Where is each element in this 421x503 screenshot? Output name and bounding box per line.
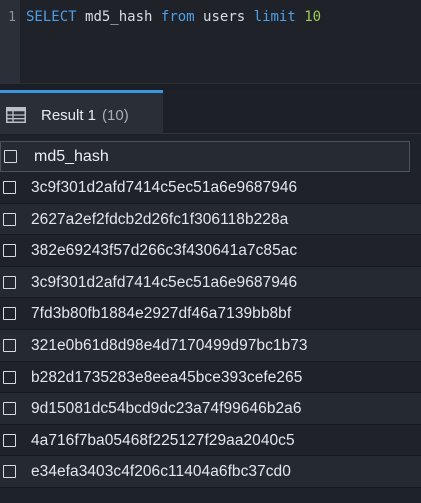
md5-hash-cell[interactable]: 382e69243f57d266c3f430641a7c85ac [31, 242, 297, 260]
md5-hash-cell[interactable]: 3c9f301d2afd7414c5ec51a6e9687946 [31, 179, 297, 197]
keyword-from: from [160, 9, 195, 25]
table-row[interactable]: 382e69243f57d266c3f430641a7c85ac [0, 235, 421, 267]
table-row[interactable]: 4a716f7ba05468f225127f29aa2040c5 [0, 424, 421, 457]
md5-hash-cell[interactable]: 7fd3b80fb1884e2927df46a7139bb8bf [31, 305, 291, 323]
md5-hash-cell[interactable]: e34efa3403c4f206c11404a6fbc37cd0 [31, 463, 291, 481]
row-checkbox[interactable] [3, 244, 16, 258]
line-number: 1 [8, 10, 16, 25]
row-checkbox[interactable] [3, 370, 16, 384]
table-row[interactable]: 9d15081dc54bcd9dc23a74f99646b2a6 [0, 393, 421, 425]
tab-label: Result 1 (10) [41, 107, 129, 124]
tab-title: Result 1 [41, 107, 97, 124]
row-checkbox[interactable] [3, 338, 16, 352]
table-row[interactable]: 7fd3b80fb1884e2927df46a7139bb8bf [0, 298, 421, 330]
row-checkbox[interactable] [3, 307, 16, 321]
row-checkbox[interactable] [3, 465, 16, 479]
table-grid-icon [6, 107, 26, 123]
md5-hash-cell[interactable]: 321e0b61d8d98e4d7170499d97bc1b73 [31, 337, 308, 355]
column-header-label: md5_hash [34, 148, 109, 165]
table-row[interactable]: b282d1735283e8eea45bce393cefe265 [0, 361, 421, 394]
md5-hash-cell[interactable]: 3c9f301d2afd7414c5ec51a6e9687946 [31, 274, 297, 292]
sql-editor[interactable]: 1 SELECT md5_hash from users limit 10 [0, 0, 421, 84]
result-tabbar: Result 1 (10) [0, 90, 421, 134]
tab-row-count: (10) [102, 107, 129, 124]
line-gutter: 1 [0, 0, 20, 84]
query-column: md5_hash [85, 9, 153, 25]
sql-query-line[interactable]: SELECT md5_hash from users limit 10 [26, 9, 321, 25]
tab-result-1[interactable]: Result 1 (10) [0, 90, 163, 134]
row-checkbox[interactable] [3, 275, 16, 289]
row-checkbox[interactable] [3, 181, 16, 194]
table-row[interactable]: 2627a2ef2fdcb2d26fc1f306118b228a [0, 203, 421, 236]
keyword-select: SELECT [26, 9, 77, 25]
query-table: users [203, 9, 246, 25]
md5-hash-cell[interactable]: 4a716f7ba05468f225127f29aa2040c5 [31, 432, 295, 450]
grid-rows: 3c9f301d2afd7414c5ec51a6e9687946 2627a2ef… [0, 172, 421, 488]
result-grid: md5_hash 3c9f301d2afd7414c5ec51a6e968794… [0, 141, 421, 488]
md5-hash-cell[interactable]: 2627a2ef2fdcb2d26fc1f306118b228a [31, 211, 288, 229]
row-checkbox[interactable] [3, 433, 16, 447]
select-all-checkbox[interactable] [4, 150, 17, 163]
column-header-md5-hash[interactable]: md5_hash [0, 141, 410, 172]
table-row[interactable]: 3c9f301d2afd7414c5ec51a6e9687946 [0, 266, 421, 299]
md5-hash-cell[interactable]: b282d1735283e8eea45bce393cefe265 [31, 369, 302, 387]
md5-hash-cell[interactable]: 9d15081dc54bcd9dc23a74f99646b2a6 [31, 400, 302, 418]
keyword-limit: limit [253, 9, 296, 25]
row-checkbox[interactable] [3, 402, 16, 416]
limit-value: 10 [304, 9, 322, 25]
table-row[interactable]: 321e0b61d8d98e4d7170499d97bc1b73 [0, 329, 421, 362]
table-row[interactable]: e34efa3403c4f206c11404a6fbc37cd0 [0, 456, 421, 488]
row-checkbox[interactable] [3, 212, 16, 226]
table-row[interactable]: 3c9f301d2afd7414c5ec51a6e9687946 [0, 172, 421, 204]
